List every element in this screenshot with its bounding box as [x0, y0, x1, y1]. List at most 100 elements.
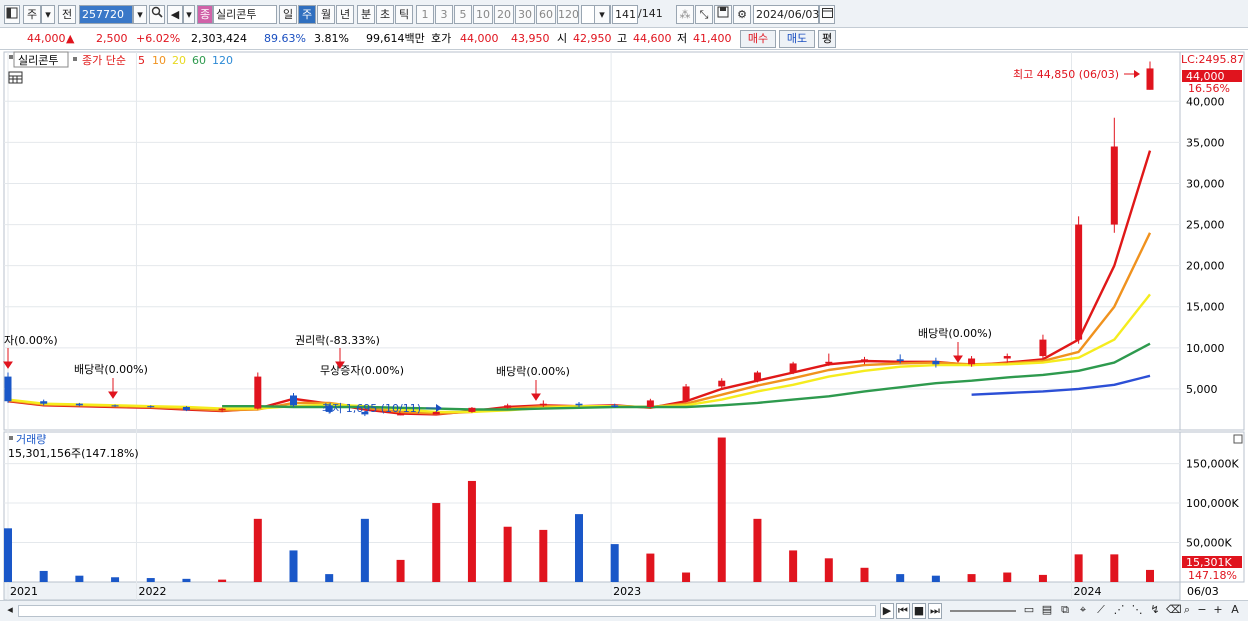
period-minute[interactable]: 분	[357, 5, 375, 24]
page-current-input[interactable]: 141	[612, 5, 638, 24]
candle-body	[968, 358, 976, 365]
year-label: 2023	[613, 585, 641, 598]
volume-bar	[111, 577, 120, 582]
first-button[interactable]: ⏮	[896, 603, 910, 619]
open-label: 시	[557, 32, 568, 45]
candle-body	[1146, 68, 1154, 90]
zoom-search-icon[interactable]: ⌕	[1180, 603, 1194, 619]
event-label-rights: 권리락(-83.33%)	[295, 334, 380, 347]
search-icon[interactable]	[149, 5, 165, 24]
high-price: 44,600	[633, 32, 672, 45]
volume-bar	[39, 570, 48, 582]
period-week[interactable]: 주	[298, 5, 316, 24]
interval-5[interactable]: 5	[454, 5, 472, 24]
table-icon[interactable]	[8, 71, 23, 84]
current-price: 44,000	[27, 32, 66, 45]
volume-bar	[396, 559, 405, 582]
last-button[interactable]: ⏭	[928, 603, 942, 619]
calendar-icon[interactable]	[819, 5, 835, 24]
eval-button[interactable]: 평	[818, 30, 836, 48]
time-axis	[3, 581, 1181, 601]
interval-dropdown-icon[interactable]: ▾	[594, 5, 610, 24]
interval-1[interactable]: 1	[416, 5, 434, 24]
period-day[interactable]: 일	[279, 5, 297, 24]
price-tick-label: 25,000	[1186, 219, 1225, 232]
volume-bar	[896, 574, 905, 582]
volume-close-icon[interactable]	[1233, 434, 1243, 444]
prev-button[interactable]: 전	[58, 5, 76, 24]
volume-bar	[1074, 554, 1083, 582]
candle-body	[1039, 339, 1047, 357]
horizontal-scrollbar[interactable]	[18, 605, 876, 617]
sound-dropdown-icon[interactable]: ▾	[183, 5, 195, 24]
gear-icon[interactable]: ⚙	[733, 5, 751, 24]
volume-bar	[646, 553, 655, 582]
interval-20[interactable]: 20	[494, 5, 514, 24]
candle-body	[932, 360, 940, 365]
volume-bar	[467, 480, 476, 582]
zoom-out-icon[interactable]: −	[1196, 603, 1208, 619]
zoom-in-icon[interactable]: +	[1212, 603, 1224, 619]
date-input[interactable]: 2024/06/03	[753, 5, 819, 24]
low-marker-label: 최저 1,695 (10/11)	[322, 402, 421, 415]
stock-code-input[interactable]: 257720	[79, 5, 133, 24]
period-month[interactable]: 월	[317, 5, 335, 24]
sell-button[interactable]: 매도	[779, 30, 815, 48]
font-size-icon[interactable]: A	[1228, 603, 1242, 619]
crosshair-icon[interactable]: ⌖	[1076, 603, 1090, 619]
market-dropdown-icon[interactable]: ▾	[41, 5, 55, 24]
volume-bar	[967, 574, 976, 582]
period-tick[interactable]: 틱	[395, 5, 413, 24]
price-tick-label: 5,000	[1186, 383, 1218, 396]
compare-icon[interactable]: ⁂	[676, 5, 694, 24]
interval-3[interactable]: 3	[435, 5, 453, 24]
candle-body	[290, 395, 297, 406]
play-button[interactable]: ▶	[880, 603, 894, 619]
interval-30[interactable]: 30	[515, 5, 535, 24]
period-year[interactable]: 년	[336, 5, 354, 24]
text-tool-icon[interactable]: ↯	[1148, 603, 1162, 619]
pattern-icon[interactable]: ⋱	[1130, 603, 1144, 619]
chart-settings-icon[interactable]	[4, 5, 20, 24]
quote-bar: 44,000 ▲ 2,500 +6.02% 2,303,424 89.63% 3…	[0, 28, 1248, 50]
volume-bar	[1110, 554, 1119, 582]
volume-current-label: 15,301K	[1186, 556, 1232, 569]
legend-ma-bullet-icon	[73, 57, 77, 61]
event-label-capital-increase-1: 자(0.00%)	[4, 334, 58, 347]
split-icon[interactable]: ▤	[1040, 603, 1054, 619]
legend-ma60: 60	[192, 54, 206, 67]
volume-bar	[325, 574, 334, 582]
period-second[interactable]: 초	[376, 5, 394, 24]
eraser-icon[interactable]: ⌫	[1166, 603, 1182, 619]
sound-icon[interactable]: ◀	[167, 5, 183, 24]
fib-icon[interactable]: ⋰	[1112, 603, 1126, 619]
interval-60[interactable]: 60	[536, 5, 556, 24]
buy-button[interactable]: 매수	[740, 30, 776, 48]
interval-10[interactable]: 10	[473, 5, 493, 24]
market-select[interactable]: 주	[23, 5, 41, 24]
chart-area[interactable]: 40,000 35,000 30,000 25,000 20,000 15,000 10,0…	[0, 50, 1248, 621]
low-label: 저	[677, 32, 688, 45]
candle-body	[682, 386, 690, 401]
open-price: 42,950	[573, 32, 612, 45]
candle-body	[254, 376, 262, 409]
volume-bar	[432, 503, 441, 582]
stock-type-badge: 종	[197, 5, 213, 24]
overlay-icon[interactable]: ⧉	[1058, 603, 1072, 619]
price-volume-chart[interactable]: 40,000 35,000 30,000 25,000 20,000 15,000 10,0…	[0, 50, 1248, 621]
stop-button[interactable]: ■	[912, 603, 926, 619]
interval-120[interactable]: 120	[557, 5, 579, 24]
scroll-left-icon[interactable]: ◂	[4, 603, 16, 619]
save-icon[interactable]	[714, 5, 732, 24]
candle-body	[718, 380, 726, 387]
draw-tool-icon[interactable]: ⤡	[695, 5, 713, 24]
zoom-slider[interactable]	[950, 610, 1016, 612]
layout-icon[interactable]: ▭	[1022, 603, 1036, 619]
current-pct-axis-label: 16.56%	[1188, 82, 1230, 95]
volume-ratio: 89.63%	[264, 32, 306, 45]
candle-body	[1075, 224, 1083, 340]
code-dropdown-icon[interactable]: ▾	[133, 5, 147, 24]
price-change: 2,500	[96, 32, 128, 45]
turnover-ratio: 3.81%	[314, 32, 349, 45]
trendline-icon[interactable]: ⟋	[1094, 603, 1108, 619]
